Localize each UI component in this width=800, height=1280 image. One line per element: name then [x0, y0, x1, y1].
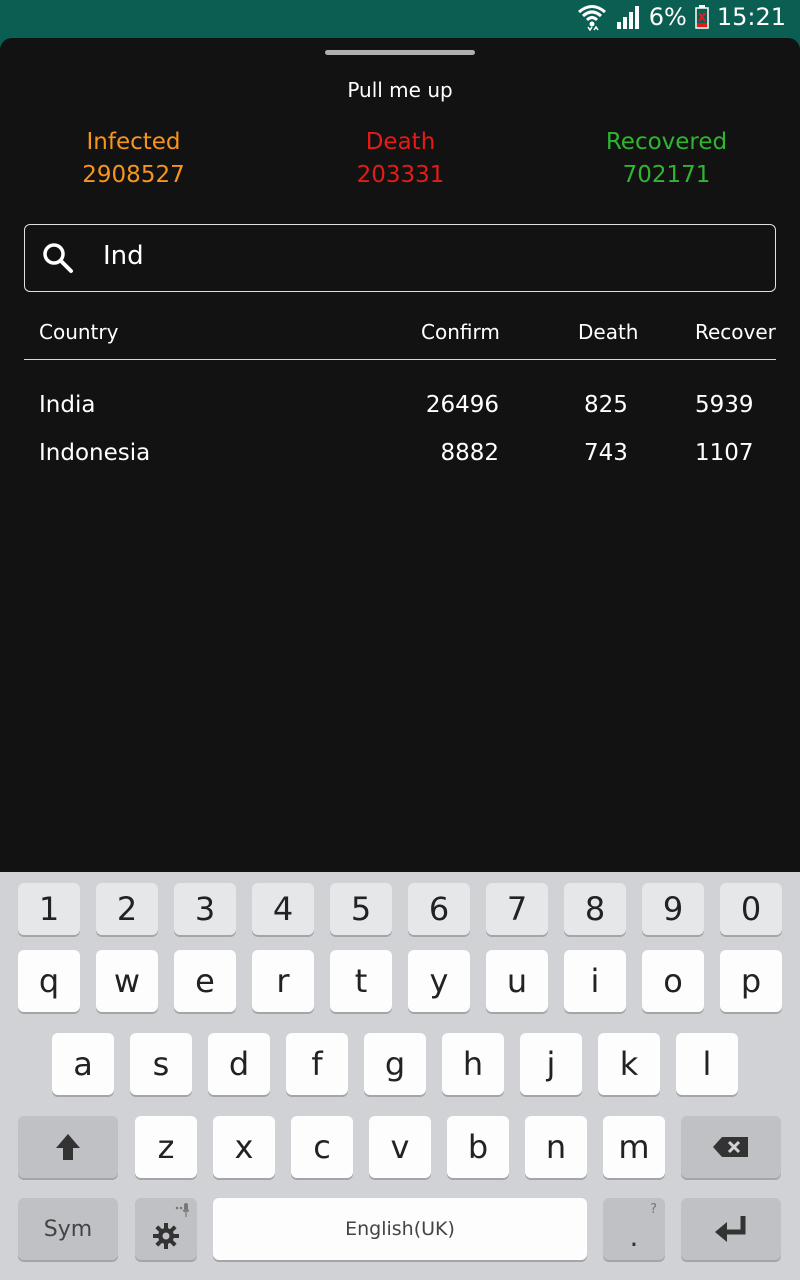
key-v[interactable]: v: [369, 1116, 431, 1178]
infected-value: 2908527: [82, 162, 185, 188]
row-recover: 1107: [695, 440, 754, 466]
key-6[interactable]: 6: [408, 883, 470, 935]
recovered-value: 702171: [622, 162, 711, 188]
key-w[interactable]: w: [96, 950, 158, 1012]
death-stat: Death 203331: [267, 126, 534, 192]
key-y[interactable]: y: [408, 950, 470, 1012]
row-death: 825: [584, 392, 628, 418]
mic-icon: [175, 1202, 190, 1222]
key-t[interactable]: t: [330, 950, 392, 1012]
bottom-sheet[interactable]: Pull me up Infected 2908527 Death 203331…: [0, 38, 800, 872]
key-i[interactable]: i: [564, 950, 626, 1012]
period-label: .: [629, 1219, 639, 1253]
recovered-stat: Recovered 702171: [533, 126, 800, 192]
key-2[interactable]: 2: [96, 883, 158, 935]
key-h[interactable]: h: [442, 1033, 504, 1095]
period-hint: ?: [650, 1202, 657, 1217]
gear-icon: [153, 1223, 179, 1249]
shift-icon: [56, 1134, 80, 1160]
key-1[interactable]: 1: [18, 883, 80, 935]
key-8[interactable]: 8: [564, 883, 626, 935]
pull-up-label: Pull me up: [347, 78, 453, 102]
backspace-key[interactable]: [681, 1116, 781, 1178]
enter-icon: [715, 1216, 746, 1242]
key-j[interactable]: j: [520, 1033, 582, 1095]
status-bar: 6% 15:21: [0, 0, 800, 38]
key-d[interactable]: d: [208, 1033, 270, 1095]
drag-handle[interactable]: [325, 50, 475, 55]
recovered-label: Recovered: [605, 129, 728, 155]
status-icons: 6% 15:21: [577, 3, 786, 31]
key-c[interactable]: c: [291, 1116, 353, 1178]
header-country: Country: [39, 320, 119, 344]
settings-key[interactable]: [135, 1198, 197, 1260]
key-q[interactable]: q: [18, 950, 80, 1012]
key-r[interactable]: r: [252, 950, 314, 1012]
key-3[interactable]: 3: [174, 883, 236, 935]
infected-label: Infected: [86, 129, 181, 155]
backspace-icon: [713, 1137, 748, 1157]
row-country: India: [39, 392, 96, 418]
search-icon: [41, 241, 75, 279]
table-header: Country Confirm Death Recover: [24, 320, 776, 360]
row-death: 743: [584, 440, 628, 466]
period-key[interactable]: ? .: [603, 1198, 665, 1260]
key-n[interactable]: n: [525, 1116, 587, 1178]
header-recover: Recover: [695, 320, 776, 344]
key-b[interactable]: b: [447, 1116, 509, 1178]
space-key[interactable]: English(UK): [213, 1198, 587, 1260]
key-7[interactable]: 7: [486, 883, 548, 935]
key-u[interactable]: u: [486, 950, 548, 1012]
keyboard: 1 2 3 4 5 6 7 8 9 0 q w e r t y u i o p …: [0, 872, 800, 1280]
key-o[interactable]: o: [642, 950, 704, 1012]
clock: 15:21: [716, 3, 786, 31]
key-x[interactable]: x: [213, 1116, 275, 1178]
key-m[interactable]: m: [603, 1116, 665, 1178]
infected-stat: Infected 2908527: [0, 126, 267, 192]
sym-key[interactable]: Sym: [18, 1198, 118, 1260]
key-0[interactable]: 0: [720, 883, 782, 935]
search-field[interactable]: Ind: [24, 224, 776, 292]
key-k[interactable]: k: [598, 1033, 660, 1095]
key-l[interactable]: l: [676, 1033, 738, 1095]
key-4[interactable]: 4: [252, 883, 314, 935]
header-death: Death: [578, 320, 639, 344]
death-label: Death: [365, 129, 436, 155]
key-f[interactable]: f: [286, 1033, 348, 1095]
row-confirm: 8882: [440, 440, 499, 466]
signal-icon: [615, 4, 641, 30]
row-recover: 5939: [695, 392, 754, 418]
key-s[interactable]: s: [130, 1033, 192, 1095]
key-g[interactable]: g: [364, 1033, 426, 1095]
header-confirm: Confirm: [421, 320, 500, 344]
table-row[interactable]: India 26496 825 5939: [24, 392, 776, 436]
key-e[interactable]: e: [174, 950, 236, 1012]
death-value: 203331: [356, 162, 445, 188]
wifi-icon: [577, 3, 607, 31]
shift-key[interactable]: [18, 1116, 118, 1178]
table-row[interactable]: Indonesia 8882 743 1107: [24, 440, 776, 484]
search-input[interactable]: Ind: [103, 241, 144, 271]
enter-key[interactable]: [681, 1198, 781, 1260]
key-9[interactable]: 9: [642, 883, 704, 935]
key-a[interactable]: a: [52, 1033, 114, 1095]
key-p[interactable]: p: [720, 950, 782, 1012]
row-country: Indonesia: [39, 440, 151, 466]
key-z[interactable]: z: [135, 1116, 197, 1178]
battery-icon: [695, 5, 709, 29]
battery-percent: 6%: [648, 3, 687, 31]
row-confirm: 26496: [425, 392, 499, 418]
key-5[interactable]: 5: [330, 883, 392, 935]
